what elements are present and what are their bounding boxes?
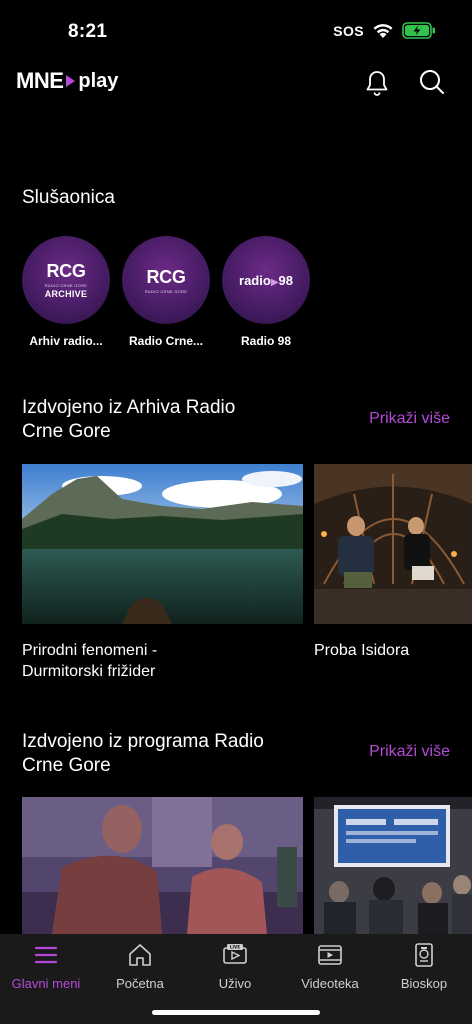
program-card-2[interactable] (314, 797, 472, 934)
station-label: Arhiv radio... (29, 334, 103, 348)
interview-image (22, 797, 303, 934)
menu-icon (34, 946, 58, 964)
status-indicators: SOS (333, 22, 436, 39)
card-title-line1: Proba Isidora (314, 642, 410, 659)
station-logo-text: RCG (146, 266, 186, 287)
svg-text:LIVE: LIVE (230, 945, 240, 950)
logo-text-main: MNE (16, 68, 64, 93)
archive-section-title: Izdvojeno iz Arhiva Radio Crne Gore (22, 396, 235, 444)
nav-item-cinema[interactable]: Bioskop (378, 942, 470, 991)
bell-icon[interactable] (362, 68, 392, 98)
sos-indicator: SOS (333, 22, 364, 39)
card-title: Proba Isidora (314, 640, 472, 661)
station-logo-subtext: RADIO CRNE GORE (144, 288, 188, 294)
card-title-line2: Durmitorski frižider (22, 663, 156, 680)
home-icon (129, 944, 151, 966)
radio-station-archive[interactable]: RCG RADIO CRNE GORE ARCHIVE Arhiv radio.… (22, 236, 110, 348)
nav-label: Uživo (218, 976, 252, 991)
card-thumbnail-studio (314, 464, 472, 624)
card-title: Prirodni fenomeni - Durmitorski frižider (22, 640, 303, 682)
lake-image (22, 464, 303, 624)
nav-label: Glavni meni (11, 976, 81, 991)
status-time: 8:21 (68, 21, 108, 42)
program-section-title-line2: Crne Gore (22, 755, 111, 776)
station-logo-rcg: RCG RADIO CRNE GORE (122, 236, 210, 324)
station-label: Radio Crne... (128, 334, 203, 348)
nav-item-main-menu[interactable]: Glavni meni (0, 942, 92, 991)
archive-card-1[interactable]: Prirodni fenomeni - Durmitorski frižider (22, 464, 303, 682)
archive-section-title-line1: Izdvojeno iz Arhiva Radio (22, 397, 236, 418)
radio-station-rcg[interactable]: RCG RADIO CRNE GORE Radio Crne... (122, 236, 210, 348)
nav-item-live[interactable]: LIVE Uživo (189, 942, 281, 991)
card-thumbnail-lake (22, 464, 303, 624)
video-library-icon (318, 945, 342, 965)
station-logo-radio98: radio▶98 (222, 236, 310, 324)
program-show-more-link[interactable]: Prikaži više (369, 743, 450, 761)
radio-station-98[interactable]: radio▶98 Radio 98 (222, 236, 310, 348)
app-logo[interactable]: MNE play (16, 68, 118, 94)
program-section-title-line1: Izdvojeno iz programa Radio (22, 731, 264, 752)
nav-label: Videoteka (301, 976, 359, 991)
presentation-image (314, 797, 472, 934)
battery-charging-icon (402, 22, 435, 39)
wifi-icon (373, 24, 393, 38)
nav-label: Početna (116, 976, 164, 991)
logo-text-sub: play (78, 69, 119, 92)
logo-play-arrow-icon (66, 75, 76, 87)
studio-image (314, 464, 472, 624)
status-bar: 8:21 SOS (0, 0, 472, 60)
station-logo-text: radio▶98 (239, 272, 293, 288)
card-thumbnail-presentation (314, 797, 472, 934)
live-tv-icon: LIVE (223, 944, 247, 964)
radio-stations-list: RCG RADIO CRNE GORE ARCHIVE Arhiv radio.… (22, 236, 310, 348)
home-indicator[interactable] (152, 1010, 320, 1015)
nav-item-home[interactable]: Početna (94, 942, 186, 991)
station-logo-rcg-archive: RCG RADIO CRNE GORE ARCHIVE (22, 236, 110, 324)
program-card-1[interactable] (22, 797, 303, 934)
station-logo-subtext: RADIO CRNE GORE (44, 283, 88, 288)
listening-section-title: Slušaonica (22, 187, 115, 208)
station-logo-caption: ARCHIVE (44, 289, 88, 299)
card-title-line1: Prirodni fenomeni - (22, 642, 158, 659)
nav-label: Bioskop (400, 976, 448, 991)
cinema-icon (415, 943, 433, 967)
archive-show-more-link[interactable]: Prikaži više (369, 410, 450, 428)
search-icon[interactable] (418, 68, 446, 96)
nav-item-video-library[interactable]: Videoteka (284, 942, 376, 991)
archive-section-title-line2: Crne Gore (22, 421, 111, 442)
app-header: MNE play (0, 60, 472, 108)
station-label: Radio 98 (240, 334, 291, 348)
card-thumbnail-interview (22, 797, 303, 934)
archive-card-2[interactable]: Proba Isidora (314, 464, 472, 661)
station-logo-text: RCG (46, 261, 86, 281)
program-section-title: Izdvojeno iz programa Radio Crne Gore (22, 730, 264, 778)
